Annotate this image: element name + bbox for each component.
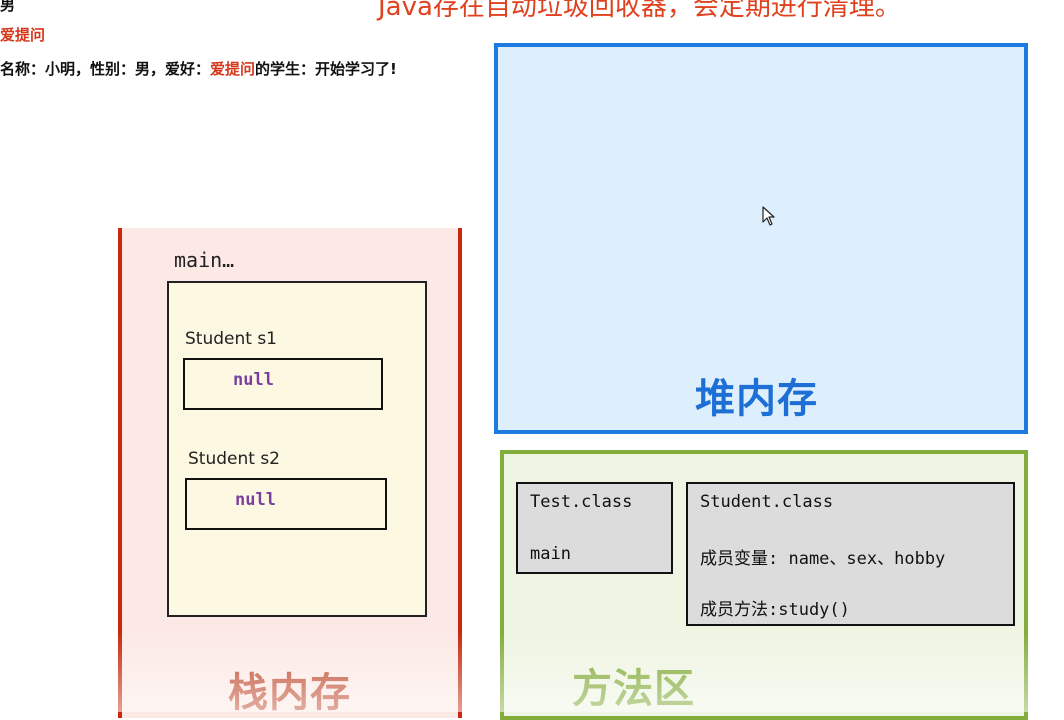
heap-memory-title: 堆内存 bbox=[695, 376, 818, 422]
var-s1-label: Student s1 bbox=[185, 329, 277, 349]
var-s1-box: null bbox=[183, 358, 383, 410]
student-class-name: Student.class bbox=[700, 492, 834, 512]
test-class-name: Test.class bbox=[530, 492, 633, 512]
stack-memory-title: 栈内存 bbox=[228, 670, 351, 716]
method-area-title: 方法区 bbox=[572, 666, 695, 712]
student-class-methods: 成员方法:study() bbox=[700, 600, 850, 620]
main-frame-label: main… bbox=[174, 248, 235, 272]
console-output-study: 名称：小明，性别：男，爱好：爱提问的学生：开始学习了! bbox=[0, 58, 397, 79]
test-class-main: main bbox=[530, 544, 571, 564]
student-class-box: Student.class 成员变量: name、sex、hobby 成员方法:… bbox=[686, 482, 1015, 626]
var-s2-box: null bbox=[185, 478, 387, 530]
var-s2-label: Student s2 bbox=[188, 449, 280, 469]
gc-banner: Java存在自动垃圾回收器，会定期进行清理。 bbox=[378, 0, 901, 22]
var-s1-value: null bbox=[233, 370, 274, 390]
study-output-suffix: 的学生：开始学习了! bbox=[255, 60, 397, 78]
main-stack-frame: Student s1 null Student s2 null bbox=[167, 281, 427, 617]
study-output-highlight: 爱提问 bbox=[210, 60, 256, 78]
study-output-prefix: 名称：小明，性别：男，爱好： bbox=[0, 60, 211, 78]
console-output-hobby: 爱提问 bbox=[0, 26, 46, 44]
console-output-sex: 男 bbox=[0, 0, 16, 14]
student-class-fields: 成员变量: name、sex、hobby bbox=[700, 549, 946, 569]
mouse-pointer-icon bbox=[762, 206, 775, 226]
var-s2-value: null bbox=[235, 490, 276, 510]
test-class-box: Test.class main bbox=[516, 482, 673, 574]
